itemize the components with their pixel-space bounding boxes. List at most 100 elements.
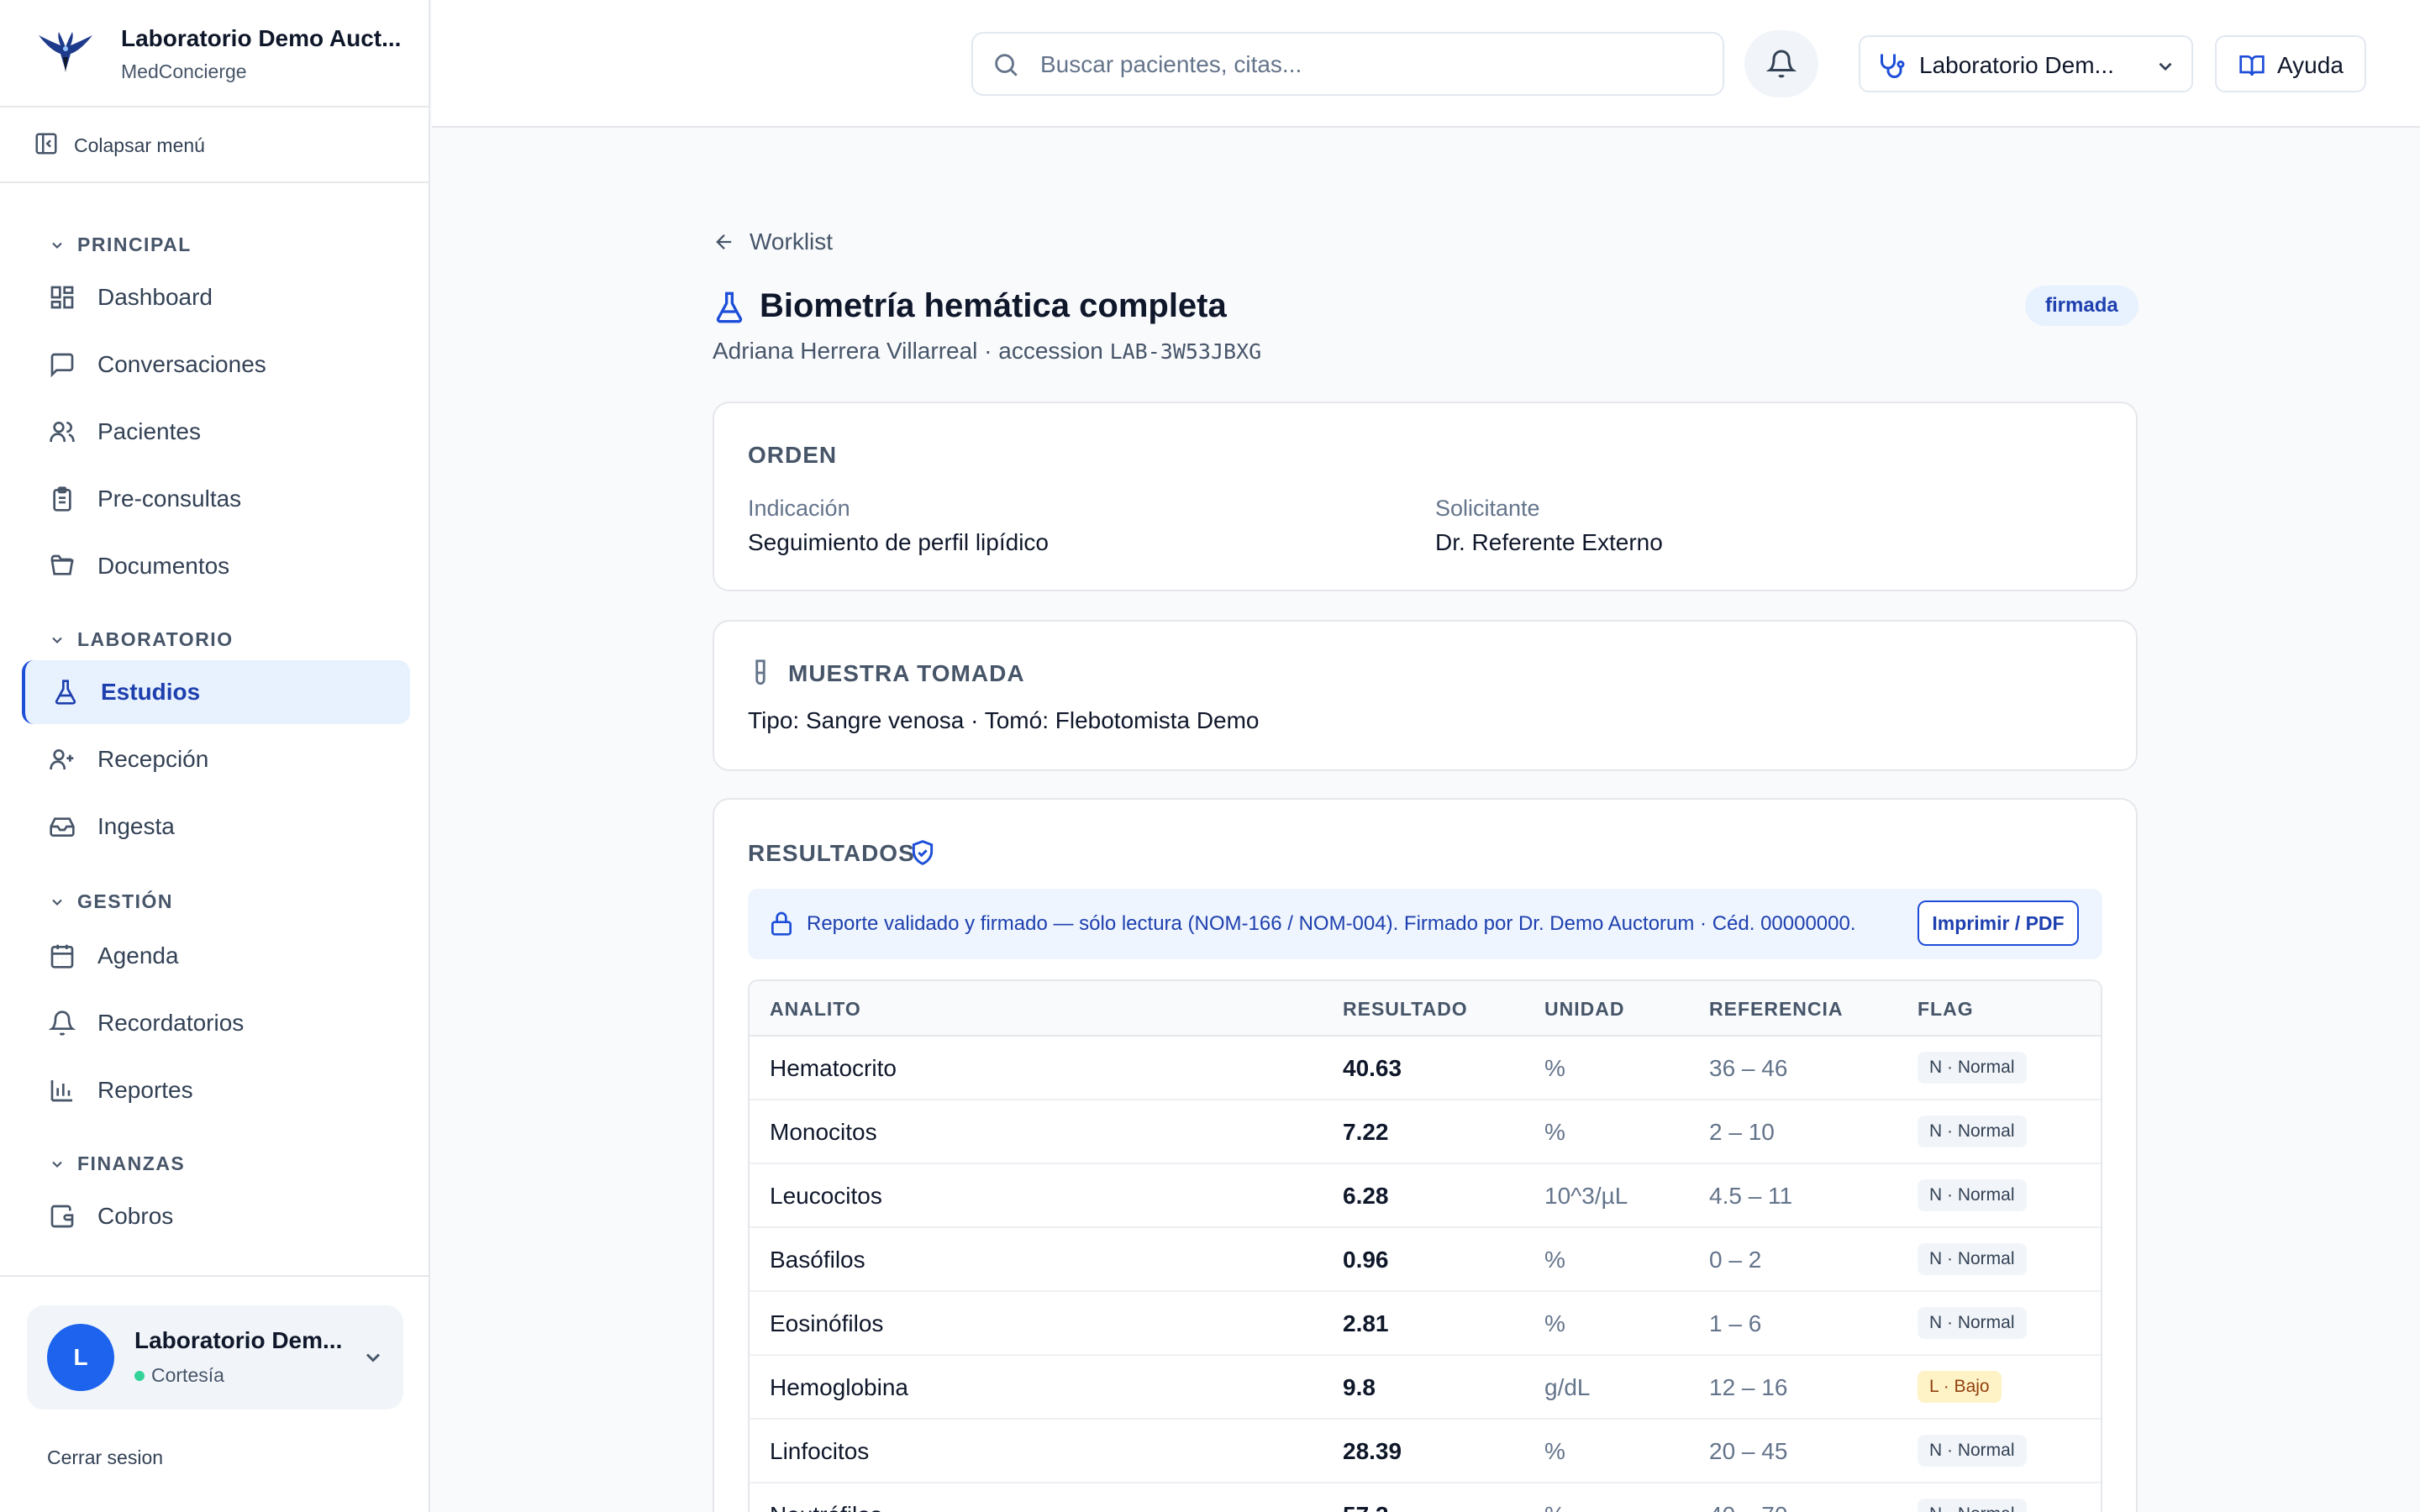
unit-cell: % xyxy=(1544,1310,1565,1336)
sidebar-item-ingesta[interactable]: Ingesta xyxy=(22,795,410,858)
sidebar-item-label: Ingesta xyxy=(97,813,175,839)
search-icon xyxy=(995,54,1018,76)
chevron-down-icon[interactable] xyxy=(49,632,66,648)
brand-title: Laboratorio Demo Auct... xyxy=(121,25,402,51)
analyte-cell: Neutrófilos xyxy=(770,1502,882,1512)
sample-details: Tipo: Sangre venosa · Tomó: Flebotomista… xyxy=(748,707,1260,733)
help-button[interactable]: Ayuda xyxy=(2215,35,2366,92)
sidebar-item-documentos[interactable]: Documentos xyxy=(22,534,410,598)
sidebar-item-agenda[interactable]: Agenda xyxy=(22,924,410,988)
page-title: Biometría hemática completa xyxy=(760,287,1227,324)
sidebar-item-label: Pacientes xyxy=(97,418,201,444)
brand-subtitle: MedConcierge xyxy=(121,60,247,82)
sidebar-item-label: Conversaciones xyxy=(97,351,266,377)
reference-cell: 4.5 – 11 xyxy=(1709,1183,1793,1209)
sidebar-item-pacientes[interactable]: Pacientes xyxy=(22,400,410,464)
grid-icon xyxy=(50,286,74,309)
search-box[interactable] xyxy=(971,32,1724,96)
sidebar-item-reportes[interactable]: Reportes xyxy=(22,1058,410,1122)
reference-cell: 1 – 6 xyxy=(1709,1310,1762,1336)
user-plan: Cortesía xyxy=(151,1364,224,1386)
unit-cell: % xyxy=(1544,1119,1565,1145)
flask-icon xyxy=(716,291,743,323)
signed-report-banner: Reporte validado y firmado — sólo lectur… xyxy=(748,889,2102,959)
flag-badge: L · Bajo xyxy=(1918,1371,2002,1403)
result-cell: 7.22 xyxy=(1343,1119,1389,1145)
sidebar-item-conversaciones[interactable]: Conversaciones xyxy=(22,333,410,396)
print-pdf-button[interactable]: Imprimir / PDF xyxy=(1918,900,2079,946)
section-finanzas[interactable]: FINANZAS xyxy=(77,1152,185,1175)
result-cell: 40.63 xyxy=(1343,1055,1402,1081)
flag-badge: N · Normal xyxy=(1918,1435,2027,1467)
result-cell: 57.2 xyxy=(1343,1502,1389,1512)
organization-selector[interactable]: Laboratorio Dem... xyxy=(1859,35,2193,92)
reference-cell: 2 – 10 xyxy=(1709,1119,1775,1145)
analyte-cell: Hematocrito xyxy=(770,1055,897,1081)
sidebar-item-recepcion[interactable]: Recepción xyxy=(22,727,410,791)
section-gestion[interactable]: GESTIÓN xyxy=(77,890,173,913)
status-dot-icon xyxy=(134,1371,145,1381)
sidebar-item-estudios[interactable]: Estudios xyxy=(22,660,410,724)
chevron-down-icon[interactable] xyxy=(49,1156,66,1173)
bell-icon xyxy=(1766,50,1797,78)
sidebar-item-label: Estudios xyxy=(101,679,201,705)
flag-badge: N · Normal xyxy=(1918,1052,2027,1084)
unit-cell: g/dL xyxy=(1544,1374,1591,1400)
user-name: Laboratorio Dem... xyxy=(134,1327,343,1353)
section-principal[interactable]: PRINCIPAL xyxy=(77,234,192,256)
clipboard-icon xyxy=(53,486,71,512)
order-card: ORDEN Indicación Seguimiento de perfil l… xyxy=(713,402,2138,591)
chevron-down-icon[interactable] xyxy=(49,237,66,254)
column-flag[interactable]: FLAG xyxy=(1918,998,1974,1021)
sidebar-divider xyxy=(0,1275,430,1277)
flag-badge: N · Normal xyxy=(1918,1307,2027,1339)
bar-chart-icon xyxy=(50,1080,72,1102)
notifications-button[interactable] xyxy=(1744,30,1818,97)
unit-cell: % xyxy=(1544,1247,1565,1273)
indication-label: Indicación xyxy=(748,496,850,521)
table-body: Hematocrito 40.63% 36 – 46 N · Normal Monoci… xyxy=(750,1037,2101,1512)
sidebar-item-cobros[interactable]: Cobros xyxy=(22,1184,410,1248)
sample-heading: MUESTRA TOMADA xyxy=(788,660,1025,686)
sidebar-item-label: Agenda xyxy=(97,942,179,969)
sidebar-item-label: Pre-consultas xyxy=(97,486,242,512)
folder-open-icon xyxy=(50,554,74,575)
analyte-cell: Linfocitos xyxy=(770,1438,870,1464)
wallet-icon xyxy=(50,1205,74,1228)
lock-icon xyxy=(771,911,792,936)
logout-link[interactable]: Cerrar sesion xyxy=(47,1446,163,1469)
column-result[interactable]: RESULTADO xyxy=(1343,998,1468,1021)
search-input[interactable] xyxy=(1040,45,1704,84)
panel-collapse-icon xyxy=(35,133,57,155)
user-menu[interactable]: L Laboratorio Dem... Cortesía xyxy=(27,1305,403,1410)
sidebar-item-pre-consultas[interactable]: Pre-consultas xyxy=(22,467,410,531)
reference-cell: 20 – 45 xyxy=(1709,1438,1788,1464)
table-row: Leucocitos 6.28 10^3/µL 4.5 – 11 N · Normal xyxy=(750,1164,2101,1228)
collapse-menu-button[interactable]: Colapsar menú xyxy=(0,108,430,183)
sidebar-item-label: Recordatorios xyxy=(97,1010,245,1036)
users-icon xyxy=(50,422,75,442)
organization-label: Laboratorio Dem... xyxy=(1919,52,2114,78)
top-bar: Laboratorio Dem... Ayuda xyxy=(432,0,2420,128)
sidebar-item-recordatorios[interactable]: Recordatorios xyxy=(22,991,410,1055)
table-row: Monocitos 7.22% 2 – 10 N · Normal xyxy=(750,1100,2101,1164)
indication-value: Seguimiento de perfil lipídico xyxy=(748,529,1049,555)
result-cell: 6.28 xyxy=(1343,1183,1389,1209)
section-laboratorio[interactable]: LABORATORIO xyxy=(77,628,234,651)
sidebar: Laboratorio Demo Auct... MedConcierge Co… xyxy=(0,0,430,1512)
chevron-down-icon xyxy=(366,1353,381,1362)
analyte-cell: Leucocitos xyxy=(770,1183,882,1209)
sidebar-item-label: Documentos xyxy=(97,553,230,579)
flag-badge: N · Normal xyxy=(1918,1243,2027,1275)
column-reference[interactable]: REFERENCIA xyxy=(1709,998,1844,1021)
inbox-icon xyxy=(50,817,75,837)
requester-label: Solicitante xyxy=(1435,496,1540,521)
avatar: L xyxy=(47,1324,114,1391)
chevron-down-icon[interactable] xyxy=(49,894,66,911)
sidebar-item-dashboard[interactable]: Dashboard xyxy=(22,265,410,329)
result-cell: 9.8 xyxy=(1343,1374,1376,1400)
column-analyte[interactable]: ANALITO xyxy=(770,998,861,1021)
banner-text: Reporte validado y firmado — sólo lectur… xyxy=(807,912,1856,935)
shield-check-icon xyxy=(912,840,934,865)
column-unit[interactable]: UNIDAD xyxy=(1544,998,1624,1021)
